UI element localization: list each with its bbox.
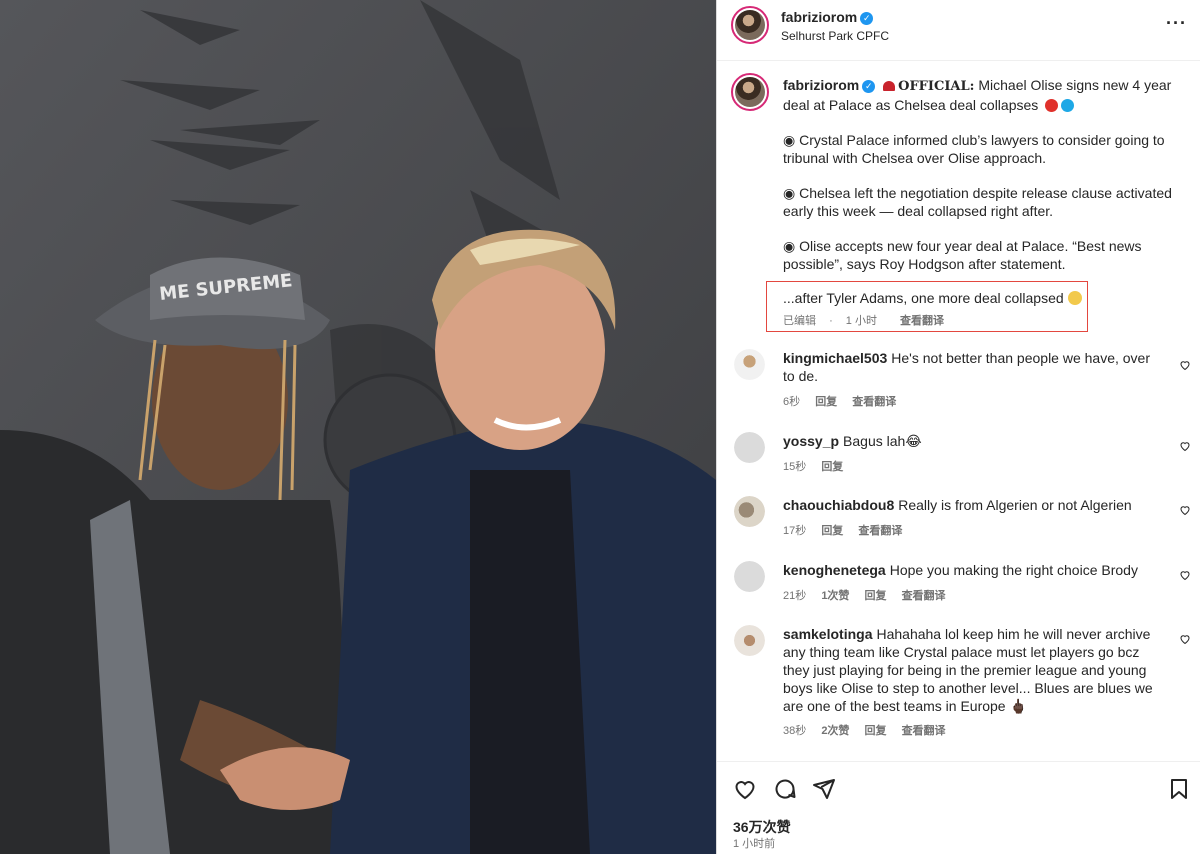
red-circle-icon xyxy=(1045,99,1059,112)
like-comment-icon[interactable] xyxy=(1179,633,1191,645)
comment-likes[interactable]: 2次赞 xyxy=(821,725,849,737)
caption-last-line: ...after Tyler Adams, one more deal coll… xyxy=(783,290,1082,306)
share-icon[interactable] xyxy=(812,777,836,801)
comment-meta: 6秒 回复 查看翻译 xyxy=(783,393,908,409)
commenter-avatar[interactable] xyxy=(734,561,765,592)
like-comment-icon[interactable] xyxy=(1179,569,1191,581)
blue-circle-icon xyxy=(1061,99,1075,112)
comment-time: 21秒 xyxy=(783,590,807,602)
caption-bullet: ◉ Olise accepts new four year deal at Pa… xyxy=(783,238,1142,272)
siren-icon xyxy=(883,81,896,91)
caption-meta: 已编辑 · 1 小时 查看翻译 xyxy=(783,312,954,328)
comment-time: 6秒 xyxy=(783,396,801,408)
author-username[interactable]: fabriziorom ✓ xyxy=(781,9,874,25)
comment-text: yossy_p Bagus lah😂 xyxy=(783,433,922,449)
comment-meta: 15秒 回复 xyxy=(783,458,855,474)
likes-count[interactable]: 36万次赞 xyxy=(733,817,791,837)
reply-button[interactable]: 回复 xyxy=(865,725,887,737)
like-comment-icon[interactable] xyxy=(1179,359,1191,371)
comment-text: chaouchiabdou8 Really is from Algerien or… xyxy=(783,497,1132,513)
see-translation-button[interactable]: 查看翻译 xyxy=(852,396,896,408)
post-header: fabriziorom ✓ Selhurst Park CPFC ··· xyxy=(717,0,1200,61)
caption-bullet: ◉ Chelsea left the negotiation despite r… xyxy=(783,185,1172,219)
author-avatar[interactable] xyxy=(731,6,769,44)
see-translation-button[interactable]: 查看翻译 xyxy=(900,315,944,327)
post-actions: 36万次赞 1 小时前 xyxy=(717,761,1200,855)
post-time: 1 小时前 xyxy=(733,838,776,850)
post-location[interactable]: Selhurst Park CPFC xyxy=(781,29,889,43)
edited-label: 已编辑 · 1 小时 xyxy=(783,315,877,327)
comment-meta: 38秒 2次赞 回复 查看翻译 xyxy=(783,722,958,738)
commenter-username[interactable]: kenoghenetega xyxy=(783,562,886,578)
commenter-avatar[interactable] xyxy=(734,349,765,380)
comment-time: 38秒 xyxy=(783,725,807,737)
comment-text: kenoghenetega Hope you making the right c… xyxy=(783,562,1138,578)
like-comment-icon[interactable] xyxy=(1179,504,1191,516)
heart-icon[interactable] xyxy=(733,777,757,801)
commenter-username[interactable]: chaouchiabdou8 xyxy=(783,497,894,513)
commenter-avatar[interactable] xyxy=(734,625,765,656)
commenter-username[interactable]: kingmichael503 xyxy=(783,350,887,366)
verified-badge-icon: ✓ xyxy=(862,80,876,93)
verified-badge-icon: ✓ xyxy=(860,12,874,25)
reply-button[interactable]: 回复 xyxy=(821,525,843,537)
comment-likes[interactable]: 1次赞 xyxy=(821,590,849,602)
bookmark-icon[interactable] xyxy=(1167,777,1191,801)
post-sidebar: fabriziorom ✓ Selhurst Park CPFC ··· fabr… xyxy=(716,0,1200,854)
comment-icon[interactable] xyxy=(773,777,797,801)
commenter-avatar[interactable] xyxy=(734,496,765,527)
official-label: OFFICIAL: xyxy=(898,79,975,94)
commenter-username[interactable]: yossy_p xyxy=(783,433,839,449)
caption-text: fabriziorom ✓ OFFICIAL: Michael Olise sig… xyxy=(783,76,1173,290)
reply-button[interactable]: 回复 xyxy=(815,396,837,408)
reply-button[interactable]: 回复 xyxy=(865,590,887,602)
comment-time: 15秒 xyxy=(783,461,807,473)
comment-meta: 21秒 1次赞 回复 查看翻译 xyxy=(783,587,958,603)
commenter-avatar[interactable] xyxy=(734,432,765,463)
see-translation-button[interactable]: 查看翻译 xyxy=(902,725,946,737)
comment-text: kingmichael503 He's not better than peopl… xyxy=(783,350,1151,384)
comments-area[interactable]: fabriziorom ✓ OFFICIAL: Michael Olise sig… xyxy=(717,61,1200,761)
post-image: ME SUPREME xyxy=(0,0,716,854)
commenter-username[interactable]: samkelotinga xyxy=(783,626,872,642)
comment-text: samkelotinga Hahahaha lol keep him he wil… xyxy=(783,626,1153,714)
comment-meta: 17秒 回复 查看翻译 xyxy=(783,522,914,538)
like-comment-icon[interactable] xyxy=(1179,440,1191,452)
caption-username[interactable]: fabriziorom xyxy=(783,77,859,93)
caption-avatar[interactable] xyxy=(731,73,769,111)
caption-bullet: ◉ Crystal Palace informed club’s lawyers… xyxy=(783,132,1165,166)
comment-time: 17秒 xyxy=(783,525,807,537)
post-photo[interactable]: ME SUPREME xyxy=(0,0,716,854)
see-translation-button[interactable]: 查看翻译 xyxy=(902,590,946,602)
reply-button[interactable]: 回复 xyxy=(821,461,843,473)
see-translation-button[interactable]: 查看翻译 xyxy=(858,525,902,537)
shocked-face-icon xyxy=(1067,291,1082,305)
more-options-icon[interactable]: ··· xyxy=(1166,14,1187,32)
